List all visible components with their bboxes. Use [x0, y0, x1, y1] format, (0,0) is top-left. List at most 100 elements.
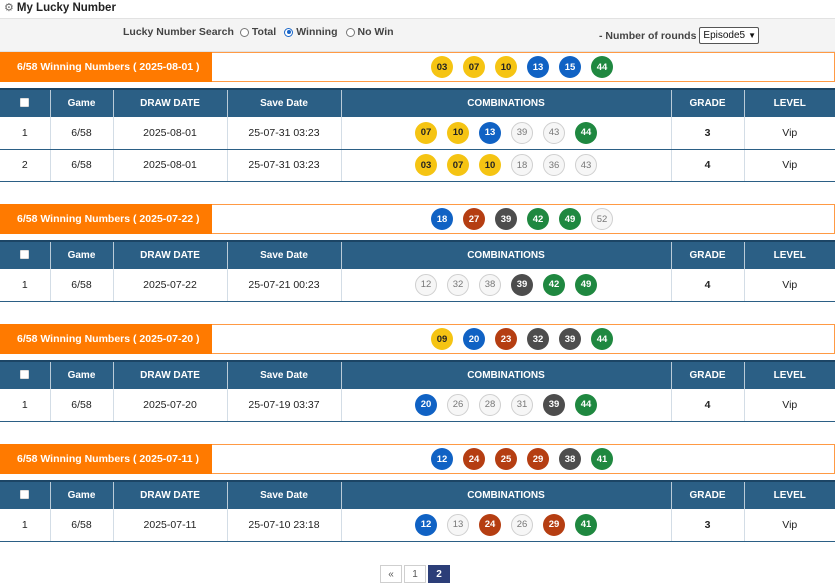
select-all-header[interactable]	[0, 88, 50, 117]
pagination-page-1[interactable]: 1	[404, 565, 426, 583]
combination-ball: 29	[543, 513, 565, 536]
combination-ball: 07	[415, 121, 437, 144]
table-header-row: Game DRAW DATE Save Date COMBINATIONS GR…	[0, 360, 835, 389]
radio-winning-label: Winning	[296, 26, 338, 38]
row-grade: 3	[670, 117, 744, 150]
table-row[interactable]: 1 6/58 2025-07-20 25-07-19 03:37 20 26 28 3…	[0, 389, 835, 422]
results-table: Game DRAW DATE Save Date COMBINATIONS GR…	[0, 480, 835, 542]
select-all-checkbox[interactable]	[20, 489, 30, 499]
select-all-checkbox[interactable]	[20, 97, 30, 107]
combination-ball: 42	[543, 273, 565, 296]
col-game: Game	[49, 88, 113, 117]
combination-ball: 36	[543, 154, 565, 176]
col-draw-date: DRAW DATE	[112, 88, 227, 117]
radio-no-win-label: No Win	[357, 26, 394, 38]
col-grade: GRADE	[670, 88, 744, 117]
search-label: Lucky Number Search	[123, 26, 234, 38]
table-row[interactable]: 1 6/58 2025-08-01 25-07-31 03:23 07 10 13 3…	[0, 117, 835, 150]
combination-ball: 44	[575, 393, 597, 416]
select-all-header[interactable]	[0, 480, 50, 509]
radio-winning[interactable]: Winning	[284, 26, 338, 38]
radio-total[interactable]: Total	[239, 26, 276, 38]
col-combinations: COMBINATIONS	[340, 88, 671, 117]
row-draw-date: 2025-08-01	[112, 117, 227, 150]
combination-balls: 12 32 38 39 42 49	[342, 273, 671, 296]
col-game: Game	[49, 360, 113, 389]
search-bar: Lucky Number Search Total Winning No Win…	[0, 18, 835, 52]
winning-numbers-balls: 03 07 10 13 15 44	[212, 52, 835, 82]
row-combination: 20 26 28 31 39 44	[340, 389, 671, 422]
search-filter: Lucky Number Search Total Winning No Win	[123, 26, 402, 38]
select-all-checkbox[interactable]	[20, 369, 30, 379]
combination-ball: 07	[447, 154, 469, 176]
row-number: 2	[0, 149, 50, 182]
row-game: 6/58	[49, 117, 113, 150]
select-all-header[interactable]	[0, 240, 50, 269]
combination-ball: 32	[447, 273, 469, 296]
row-combination: 07 10 13 39 43 44	[340, 117, 671, 150]
col-save-date: Save Date	[226, 240, 341, 269]
pagination-first-button[interactable]: «	[380, 565, 402, 583]
row-game: 6/58	[49, 269, 113, 302]
col-game: Game	[49, 480, 113, 509]
row-level: Vip	[743, 149, 835, 182]
winning-ball: 09	[431, 328, 453, 350]
winning-numbers-balls: 09 20 23 32 39 44	[212, 324, 835, 354]
winning-ball: 44	[591, 56, 613, 78]
draw-block: 6/58 Winning Numbers ( 2025-07-11 ) 12 24…	[0, 444, 835, 542]
winning-ball: 52	[591, 208, 613, 230]
table-row[interactable]: 1 6/58 2025-07-22 25-07-21 00:23 12 32 38 3…	[0, 269, 835, 302]
winning-ball: 39	[559, 328, 581, 350]
pagination-page-2[interactable]: 2	[428, 565, 450, 583]
table-header-row: Game DRAW DATE Save Date COMBINATIONS GR…	[0, 480, 835, 509]
select-all-header[interactable]	[0, 360, 50, 389]
winning-numbers-balls: 18 27 39 42 49 52	[212, 204, 835, 234]
row-number: 1	[0, 389, 50, 422]
radio-no-win-dot[interactable]	[345, 27, 355, 37]
col-level: LEVEL	[743, 240, 835, 269]
winning-ball: 42	[527, 208, 549, 230]
winning-ball: 10	[495, 56, 517, 78]
row-combination: 03 07 10 18 36 43	[340, 149, 671, 182]
combination-ball: 24	[479, 513, 501, 536]
combination-balls: 20 26 28 31 39 44	[342, 393, 671, 416]
select-all-checkbox[interactable]	[20, 249, 30, 259]
table-row[interactable]: 1 6/58 2025-07-11 25-07-10 23:18 12 13 24 2…	[0, 509, 835, 542]
winning-numbers-label: 6/58 Winning Numbers ( 2025-07-22 )	[0, 204, 212, 234]
radio-winning-dot[interactable]	[284, 27, 294, 37]
row-game: 6/58	[49, 389, 113, 422]
col-game: Game	[49, 240, 113, 269]
combination-ball: 39	[543, 393, 565, 416]
combination-ball: 10	[479, 154, 501, 176]
combination-ball: 28	[479, 393, 501, 416]
col-grade: GRADE	[670, 480, 744, 509]
row-game: 6/58	[49, 509, 113, 542]
row-number: 1	[0, 509, 50, 542]
row-level: Vip	[743, 509, 835, 542]
draw-block: 6/58 Winning Numbers ( 2025-08-01 ) 03 07…	[0, 52, 835, 182]
winning-ball: 20	[463, 328, 485, 350]
row-level: Vip	[743, 389, 835, 422]
combination-ball: 39	[511, 273, 533, 296]
rounds-select[interactable]: Episode5 ▼	[699, 27, 760, 44]
table-row[interactable]: 2 6/58 2025-08-01 25-07-31 03:23 03 07 10 1…	[0, 149, 835, 182]
row-grade: 4	[670, 389, 744, 422]
radio-total-dot[interactable]	[239, 27, 249, 37]
results-table: Game DRAW DATE Save Date COMBINATIONS GR…	[0, 88, 835, 182]
combination-balls: 12 13 24 26 29 41	[342, 513, 671, 536]
winning-ball: 15	[559, 56, 581, 78]
winning-ball: 44	[591, 328, 613, 350]
row-number: 1	[0, 117, 50, 150]
row-combination: 12 32 38 39 42 49	[340, 269, 671, 302]
table-header-row: Game DRAW DATE Save Date COMBINATIONS GR…	[0, 240, 835, 269]
radio-no-win[interactable]: No Win	[345, 26, 394, 38]
col-combinations: COMBINATIONS	[340, 240, 671, 269]
combination-ball: 18	[511, 154, 533, 176]
col-grade: GRADE	[670, 240, 744, 269]
row-draw-date: 2025-07-22	[112, 269, 227, 302]
winning-ball: 03	[431, 56, 453, 78]
combination-ball: 26	[511, 513, 533, 536]
winning-ball: 39	[495, 208, 517, 230]
row-draw-date: 2025-07-20	[112, 389, 227, 422]
winning-numbers-label: 6/58 Winning Numbers ( 2025-08-01 )	[0, 52, 212, 82]
